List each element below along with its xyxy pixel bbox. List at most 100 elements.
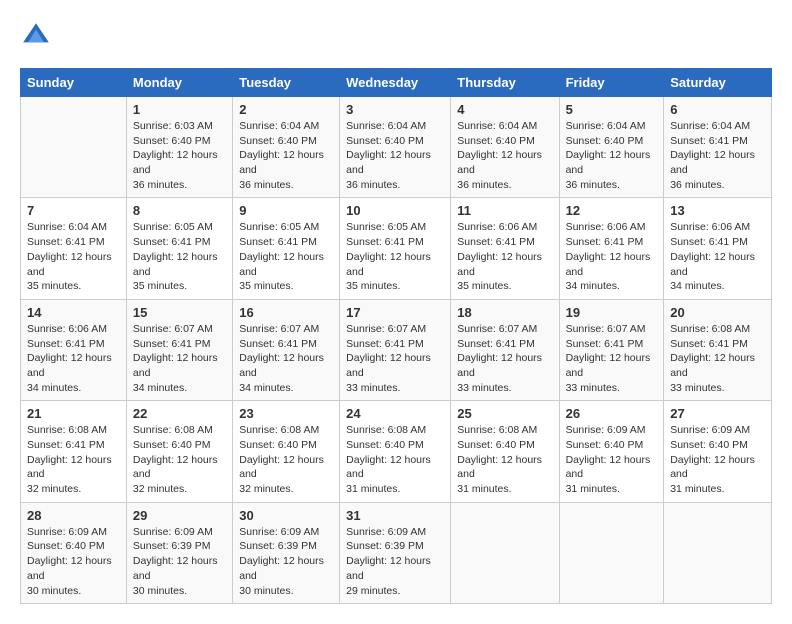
day-info: Sunrise: 6:08 AMSunset: 6:41 PMDaylight:…	[670, 322, 765, 395]
calendar-cell: 22Sunrise: 6:08 AMSunset: 6:40 PMDayligh…	[126, 401, 232, 502]
logo	[20, 20, 56, 52]
calendar-cell: 19 Sunrise: 6:07 AMSunset: 6:41 PMDayligh…	[559, 299, 664, 400]
day-number: 4	[457, 102, 552, 117]
calendar-cell: 25 Sunrise: 6:08 AMSunset: 6:40 PMDayligh…	[451, 401, 559, 502]
calendar-cell: 8 Sunrise: 6:05 AMSunset: 6:41 PMDaylight…	[126, 198, 232, 299]
calendar-cell: 24 Sunrise: 6:08 AMSunset: 6:40 PMDayligh…	[340, 401, 451, 502]
day-number: 22	[133, 406, 226, 421]
calendar-cell: 6 Sunrise: 6:04 AMSunset: 6:41 PMDaylight…	[664, 97, 772, 198]
calendar-cell: 30Sunrise: 6:09 AMSunset: 6:39 PMDayligh…	[233, 502, 340, 603]
day-info: Sunrise: 6:03 AMSunset: 6:40 PMDaylight:…	[133, 119, 226, 192]
day-info: Sunrise: 6:08 AMSunset: 6:41 PMDaylight:…	[27, 423, 120, 496]
calendar-cell: 28 Sunrise: 6:09 AMSunset: 6:40 PMDayligh…	[21, 502, 127, 603]
calendar-cell: 1 Sunrise: 6:03 AMSunset: 6:40 PMDaylight…	[126, 97, 232, 198]
day-number: 24	[346, 406, 444, 421]
day-number: 8	[133, 203, 226, 218]
weekday-header: Friday	[559, 69, 664, 97]
calendar-cell: 9 Sunrise: 6:05 AMSunset: 6:41 PMDaylight…	[233, 198, 340, 299]
day-info: Sunrise: 6:07 AMSunset: 6:41 PMDaylight:…	[133, 322, 226, 395]
day-number: 11	[457, 203, 552, 218]
day-number: 3	[346, 102, 444, 117]
weekday-header: Monday	[126, 69, 232, 97]
day-info: Sunrise: 6:06 AMSunset: 6:41 PMDaylight:…	[670, 220, 765, 293]
day-number: 27	[670, 406, 765, 421]
day-number: 12	[566, 203, 658, 218]
day-number: 28	[27, 508, 120, 523]
day-number: 13	[670, 203, 765, 218]
calendar-cell: 11Sunrise: 6:06 AMSunset: 6:41 PMDayligh…	[451, 198, 559, 299]
day-number: 6	[670, 102, 765, 117]
calendar-cell	[451, 502, 559, 603]
day-number: 9	[239, 203, 333, 218]
calendar-cell: 15 Sunrise: 6:07 AMSunset: 6:41 PMDayligh…	[126, 299, 232, 400]
day-number: 25	[457, 406, 552, 421]
day-number: 31	[346, 508, 444, 523]
day-info: Sunrise: 6:08 AMSunset: 6:40 PMDaylight:…	[457, 423, 552, 496]
day-info: Sunrise: 6:07 AMSunset: 6:41 PMDaylight:…	[457, 322, 552, 395]
day-info: Sunrise: 6:05 AMSunset: 6:41 PMDaylight:…	[239, 220, 333, 293]
day-info: Sunrise: 6:07 AMSunset: 6:41 PMDaylight:…	[346, 322, 444, 395]
calendar-cell: 13 Sunrise: 6:06 AMSunset: 6:41 PMDayligh…	[664, 198, 772, 299]
page-header	[20, 20, 772, 52]
day-info: Sunrise: 6:09 AMSunset: 6:39 PMDaylight:…	[239, 525, 333, 598]
day-info: Sunrise: 6:04 AMSunset: 6:41 PMDaylight:…	[670, 119, 765, 192]
day-info: Sunrise: 6:06 AMSunset: 6:41 PMDaylight:…	[566, 220, 658, 293]
day-info: Sunrise: 6:09 AMSunset: 6:40 PMDaylight:…	[670, 423, 765, 496]
day-info: Sunrise: 6:08 AMSunset: 6:40 PMDaylight:…	[239, 423, 333, 496]
day-number: 17	[346, 305, 444, 320]
calendar-cell: 14 Sunrise: 6:06 AMSunset: 6:41 PMDayligh…	[21, 299, 127, 400]
calendar-cell: 23 Sunrise: 6:08 AMSunset: 6:40 PMDayligh…	[233, 401, 340, 502]
day-info: Sunrise: 6:09 AMSunset: 6:40 PMDaylight:…	[566, 423, 658, 496]
day-number: 19	[566, 305, 658, 320]
calendar-cell: 18 Sunrise: 6:07 AMSunset: 6:41 PMDayligh…	[451, 299, 559, 400]
day-number: 1	[133, 102, 226, 117]
day-number: 18	[457, 305, 552, 320]
calendar-cell	[559, 502, 664, 603]
day-info: Sunrise: 6:04 AMSunset: 6:40 PMDaylight:…	[457, 119, 552, 192]
calendar-cell: 5 Sunrise: 6:04 AMSunset: 6:40 PMDaylight…	[559, 97, 664, 198]
day-info: Sunrise: 6:09 AMSunset: 6:40 PMDaylight:…	[27, 525, 120, 598]
day-info: Sunrise: 6:05 AMSunset: 6:41 PMDaylight:…	[346, 220, 444, 293]
day-info: Sunrise: 6:04 AMSunset: 6:40 PMDaylight:…	[346, 119, 444, 192]
day-info: Sunrise: 6:08 AMSunset: 6:40 PMDaylight:…	[346, 423, 444, 496]
calendar-cell: 12 Sunrise: 6:06 AMSunset: 6:41 PMDayligh…	[559, 198, 664, 299]
day-info: Sunrise: 6:06 AMSunset: 6:41 PMDaylight:…	[27, 322, 120, 395]
day-number: 21	[27, 406, 120, 421]
day-number: 5	[566, 102, 658, 117]
calendar-cell: 17 Sunrise: 6:07 AMSunset: 6:41 PMDayligh…	[340, 299, 451, 400]
day-number: 26	[566, 406, 658, 421]
calendar-cell: 26 Sunrise: 6:09 AMSunset: 6:40 PMDayligh…	[559, 401, 664, 502]
day-info: Sunrise: 6:09 AMSunset: 6:39 PMDaylight:…	[133, 525, 226, 598]
calendar-body: 1 Sunrise: 6:03 AMSunset: 6:40 PMDaylight…	[21, 97, 772, 604]
calendar-cell	[21, 97, 127, 198]
day-number: 15	[133, 305, 226, 320]
day-number: 10	[346, 203, 444, 218]
weekday-header: Wednesday	[340, 69, 451, 97]
day-number: 2	[239, 102, 333, 117]
weekday-header: Saturday	[664, 69, 772, 97]
day-number: 7	[27, 203, 120, 218]
day-number: 23	[239, 406, 333, 421]
weekday-header: Sunday	[21, 69, 127, 97]
calendar-week-row: 14 Sunrise: 6:06 AMSunset: 6:41 PMDayligh…	[21, 299, 772, 400]
day-info: Sunrise: 6:04 AMSunset: 6:40 PMDaylight:…	[566, 119, 658, 192]
header-row: SundayMondayTuesdayWednesdayThursdayFrid…	[21, 69, 772, 97]
day-info: Sunrise: 6:05 AMSunset: 6:41 PMDaylight:…	[133, 220, 226, 293]
calendar-week-row: 7 Sunrise: 6:04 AMSunset: 6:41 PMDaylight…	[21, 198, 772, 299]
day-info: Sunrise: 6:04 AMSunset: 6:41 PMDaylight:…	[27, 220, 120, 293]
day-info: Sunrise: 6:04 AMSunset: 6:40 PMDaylight:…	[239, 119, 333, 192]
calendar-cell: 4 Sunrise: 6:04 AMSunset: 6:40 PMDaylight…	[451, 97, 559, 198]
calendar-cell: 21 Sunrise: 6:08 AMSunset: 6:41 PMDayligh…	[21, 401, 127, 502]
weekday-header: Thursday	[451, 69, 559, 97]
calendar-cell: 27 Sunrise: 6:09 AMSunset: 6:40 PMDayligh…	[664, 401, 772, 502]
calendar-week-row: 1 Sunrise: 6:03 AMSunset: 6:40 PMDaylight…	[21, 97, 772, 198]
day-info: Sunrise: 6:07 AMSunset: 6:41 PMDaylight:…	[566, 322, 658, 395]
day-number: 14	[27, 305, 120, 320]
calendar-cell: 7 Sunrise: 6:04 AMSunset: 6:41 PMDaylight…	[21, 198, 127, 299]
calendar-table: SundayMondayTuesdayWednesdayThursdayFrid…	[20, 68, 772, 604]
weekday-header: Tuesday	[233, 69, 340, 97]
day-info: Sunrise: 6:07 AMSunset: 6:41 PMDaylight:…	[239, 322, 333, 395]
calendar-header: SundayMondayTuesdayWednesdayThursdayFrid…	[21, 69, 772, 97]
calendar-cell: 10 Sunrise: 6:05 AMSunset: 6:41 PMDayligh…	[340, 198, 451, 299]
day-number: 20	[670, 305, 765, 320]
